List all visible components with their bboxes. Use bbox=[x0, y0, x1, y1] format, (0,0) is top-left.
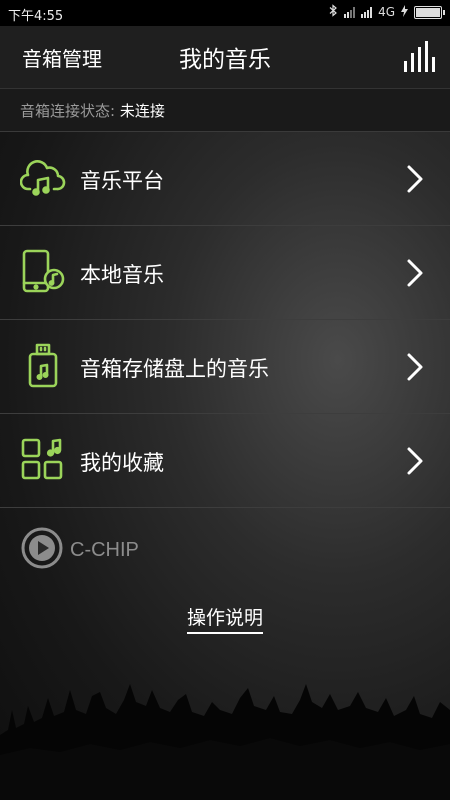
menu-item-speaker-storage-music[interactable]: 音箱存储盘上的音乐 bbox=[0, 320, 450, 414]
connection-status: 音箱连接状态: 未连接 bbox=[0, 89, 450, 132]
signal-icon bbox=[361, 6, 373, 18]
menu-item-label: 音箱存储盘上的音乐 bbox=[80, 357, 269, 381]
connection-label: 音箱连接状态: bbox=[20, 102, 116, 120]
equalizer-icon[interactable] bbox=[402, 39, 436, 73]
chevron-right-icon bbox=[406, 352, 424, 382]
chevron-right-icon bbox=[406, 258, 424, 288]
brand-logo: C-CHIP bbox=[20, 527, 139, 573]
chevron-right-icon bbox=[406, 446, 424, 476]
charging-icon bbox=[401, 4, 408, 20]
bluetooth-icon bbox=[328, 4, 338, 20]
menu-item-favorites[interactable]: 我的收藏 bbox=[0, 414, 450, 508]
status-bar: 下午4:55 4G bbox=[0, 0, 450, 26]
phone-music-icon bbox=[20, 249, 66, 295]
play-circle-icon bbox=[20, 526, 64, 574]
favorites-grid-icon bbox=[20, 437, 66, 483]
signal-off-icon bbox=[344, 6, 356, 18]
menu-item-label: 本地音乐 bbox=[80, 263, 164, 287]
app-header: 音箱管理 我的音乐 bbox=[0, 26, 450, 89]
instructions-link[interactable]: 操作说明 bbox=[186, 607, 263, 634]
menu-item-music-platform[interactable]: 音乐平台 bbox=[0, 132, 450, 226]
usb-music-icon bbox=[20, 343, 66, 389]
menu-item-label: 音乐平台 bbox=[80, 169, 164, 193]
battery-icon bbox=[414, 5, 445, 19]
cloud-music-icon bbox=[19, 155, 66, 201]
music-menu: 音乐平台 本地音乐 音箱存储盘上的音乐 我的收藏 bbox=[0, 132, 450, 508]
network-type: 4G bbox=[378, 5, 395, 19]
menu-item-label: 我的收藏 bbox=[80, 451, 164, 475]
chevron-right-icon bbox=[406, 164, 424, 194]
speaker-management-button[interactable]: 音箱管理 bbox=[22, 43, 102, 72]
brand-name: C-CHIP bbox=[70, 538, 139, 561]
menu-item-local-music[interactable]: 本地音乐 bbox=[0, 226, 450, 320]
status-time: 下午4:55 bbox=[8, 9, 64, 24]
crowd-silhouette bbox=[0, 684, 450, 800]
connection-value: 未连接 bbox=[119, 102, 165, 120]
